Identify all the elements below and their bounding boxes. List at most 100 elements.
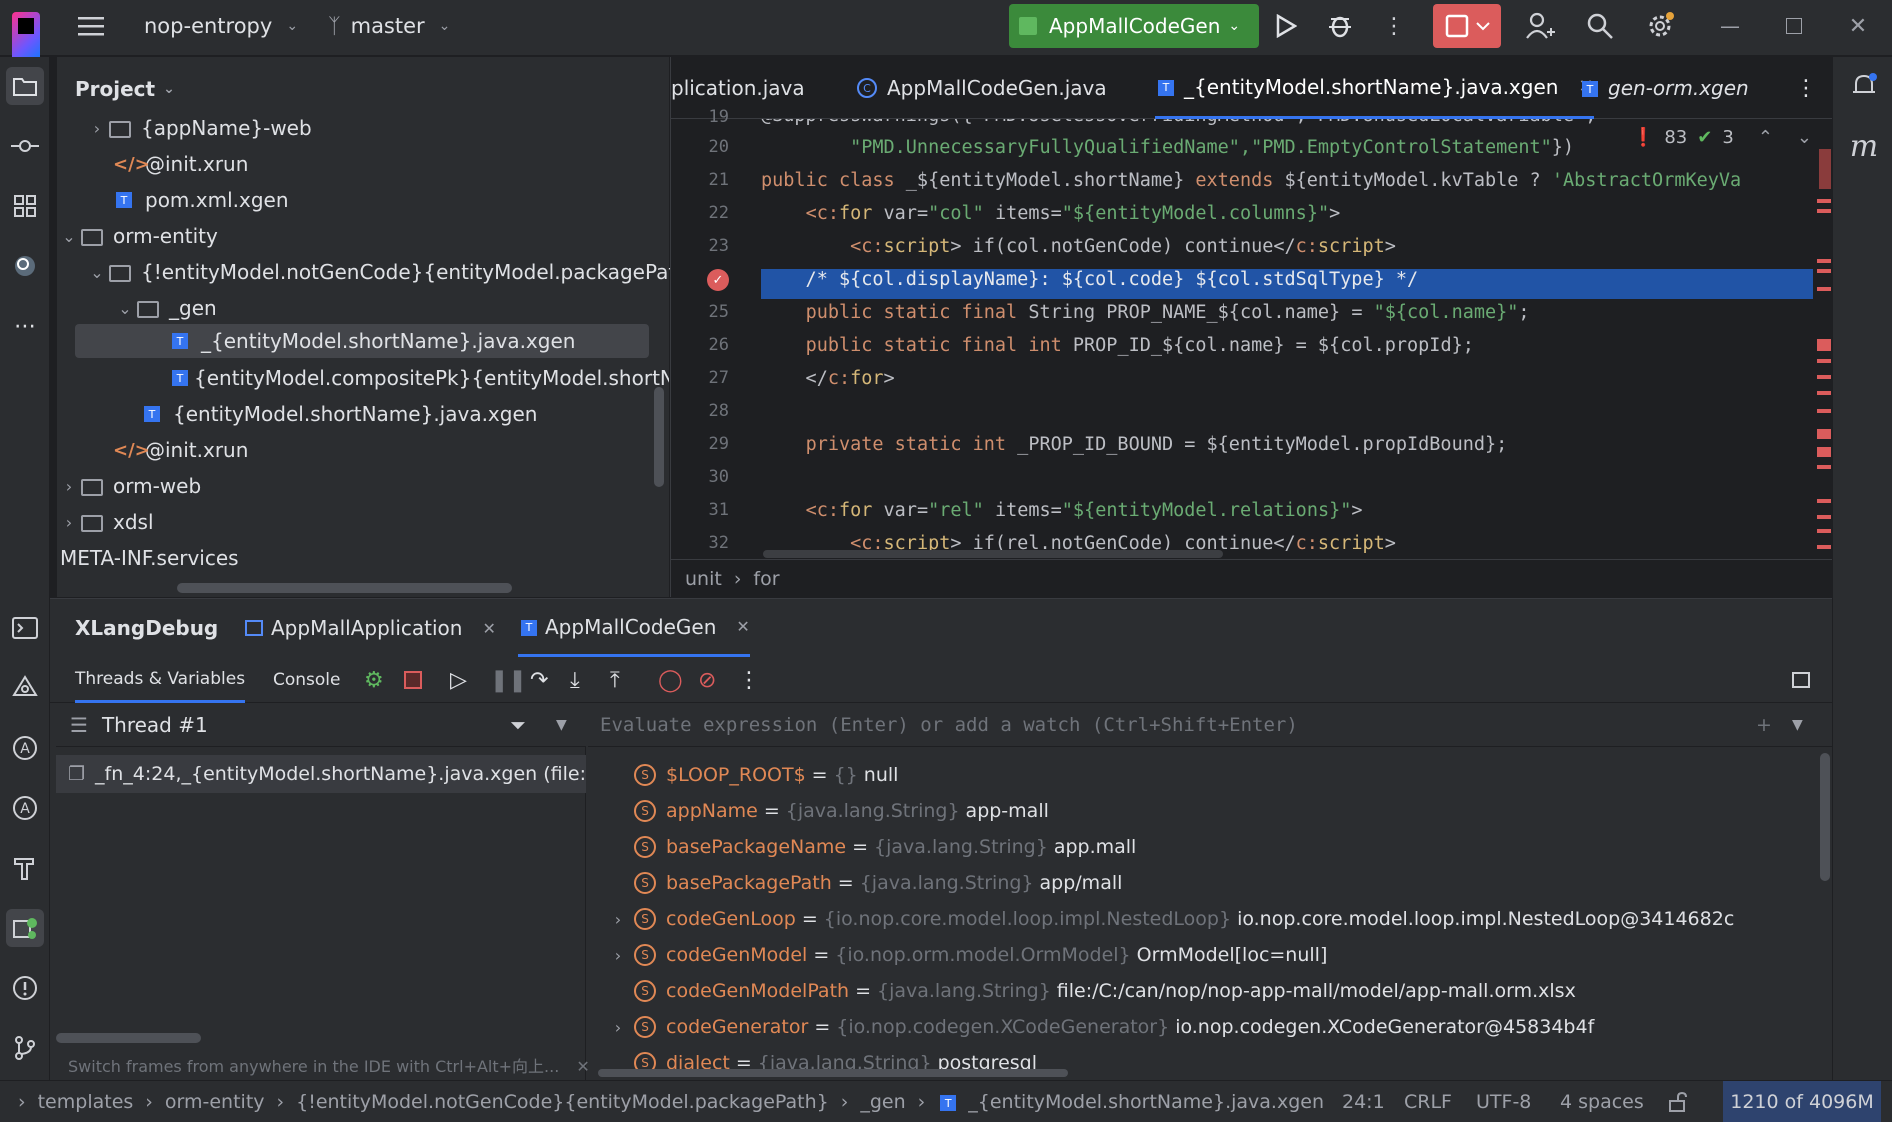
horizontal-scrollbar[interactable] <box>177 583 512 593</box>
problems-tool-button[interactable] <box>6 969 44 1007</box>
variable-row[interactable]: › ScodeGenLoop = {io.nop.core.model.loop.im… <box>602 901 1734 937</box>
tree-item[interactable]: </> @init.xrun <box>113 433 248 467</box>
tree-item[interactable]: </> @init.xrun <box>113 147 248 181</box>
stop-debug-button[interactable] <box>404 657 422 703</box>
code-area[interactable]: @SuppressWarnings({"PMD.UselessOverridin… <box>671 119 1813 559</box>
error-stripe[interactable] <box>1813 119 1833 559</box>
services-tool-button[interactable] <box>6 669 44 707</box>
add-user-button[interactable] <box>1522 8 1558 44</box>
structure-tool-button[interactable] <box>6 187 44 225</box>
editor-horizontal-scrollbar[interactable] <box>763 550 1223 558</box>
debug-session-tab[interactable]: AppMallApplication ✕ <box>245 599 496 657</box>
thread-selector[interactable]: ☰ Thread #1 ⏷ ▼ <box>56 703 586 747</box>
view-breakpoints-button[interactable]: ◯ <box>658 657 683 703</box>
maven-tool-button[interactable]: m <box>1845 127 1883 165</box>
tree-item[interactable]: T {entityModel.shortName}.java.xgen <box>141 397 537 431</box>
project-tool-button[interactable] <box>6 67 44 105</box>
chevron-down-icon[interactable]: ⌄ <box>57 227 81 246</box>
more-tools-button[interactable]: ⋯ <box>6 307 44 345</box>
ai-assistant-tool-button[interactable]: A <box>6 729 44 767</box>
terminal-tool-button[interactable] <box>6 609 44 647</box>
variable-row[interactable]: › ScodeGenerator = {io.nop.codegen.XCodeGen… <box>602 1009 1594 1045</box>
chevron-down-icon[interactable]: ▼ <box>1792 717 1803 733</box>
chevron-right-icon[interactable]: › <box>57 477 81 496</box>
tree-item[interactable]: › orm-web <box>57 469 201 503</box>
more-actions-button[interactable]: ⋮ <box>1376 8 1412 44</box>
status-path-item[interactable]: _gen <box>860 1091 905 1113</box>
database-tool-button[interactable] <box>6 247 44 285</box>
maximize-window-button[interactable] <box>1776 8 1812 44</box>
project-panel-header[interactable]: Project ⌄ <box>75 77 175 101</box>
status-path-item[interactable]: templates <box>38 1091 134 1113</box>
chevron-right-icon[interactable]: › <box>85 119 109 138</box>
vertical-scrollbar[interactable] <box>654 387 664 487</box>
editor-tab[interactable]: plication.java <box>671 57 821 119</box>
chevron-right-icon[interactable]: › <box>602 946 634 965</box>
stack-frame-row[interactable]: ❐ _fn_4:24,_{entityModel.shortName}.java… <box>56 755 586 793</box>
chevron-down-icon[interactable]: ⌄ <box>113 299 137 318</box>
indent-setting[interactable]: 4 spaces <box>1560 1081 1644 1122</box>
status-path-item[interactable]: {!entityModel.notGenCode}{entityModel.pa… <box>296 1091 829 1113</box>
memory-indicator[interactable]: 1210 of 4096M <box>1723 1081 1881 1122</box>
editor-tab[interactable]: T gen-orm.xgen <box>1579 57 1749 119</box>
settings-button[interactable] <box>1642 8 1678 44</box>
close-window-button[interactable]: ✕ <box>1840 8 1876 44</box>
add-watch-icon[interactable]: + <box>1756 714 1772 736</box>
notifications-button[interactable] <box>1845 67 1883 105</box>
horizontal-scrollbar[interactable] <box>56 1033 201 1043</box>
run-button[interactable] <box>1268 8 1304 44</box>
filter-icon[interactable]: ⏷ <box>510 713 526 737</box>
chevron-down-icon[interactable]: ⌄ <box>85 263 109 282</box>
pause-button[interactable]: ❚❚ <box>490 657 527 703</box>
debug-panel-title[interactable]: XLangDebug <box>75 599 218 657</box>
evaluate-expression-input[interactable]: Evaluate expression (Enter) or add a wat… <box>588 703 1832 747</box>
variable-row[interactable]: S $LOOP_ROOT$ ={} null <box>602 757 898 793</box>
tree-item[interactable]: ⌄ {!entityModel.notGenCode}{entityModel.… <box>85 255 701 289</box>
line-separator[interactable]: CRLF <box>1404 1081 1452 1122</box>
step-over-button[interactable]: ↷ <box>530 657 548 703</box>
vertical-scrollbar[interactable] <box>1820 753 1830 881</box>
step-into-button[interactable]: ⤓ <box>570 657 580 703</box>
mute-breakpoints-button[interactable]: ⊘ <box>698 657 716 703</box>
tree-item[interactable]: META-INF.services <box>60 541 239 575</box>
tab-console[interactable]: Console <box>273 657 341 703</box>
build-tool-button[interactable] <box>6 849 44 887</box>
tree-item[interactable]: T pom.xml.xgen <box>113 183 289 217</box>
project-switcher[interactable]: nop-entropy ⌄ <box>144 0 298 52</box>
variable-row[interactable]: SappName = {java.lang.String} app-mall <box>602 793 1049 829</box>
debug-session-tab-active[interactable]: T AppMallCodeGen ✕ <box>518 599 750 657</box>
editor-tab[interactable]: C AppMallCodeGen.java <box>857 57 1107 119</box>
status-path-item[interactable]: _{entityModel.shortName}.java.xgen <box>968 1091 1324 1113</box>
caret-position[interactable]: 24:1 <box>1342 1081 1385 1122</box>
rerun-debug-button[interactable]: ⚙ <box>364 657 384 703</box>
more-debug-actions-button[interactable]: ⋮ <box>738 657 760 703</box>
tab-threads-variables[interactable]: Threads & Variables <box>75 657 246 703</box>
close-icon[interactable]: ✕ <box>482 619 495 638</box>
tree-item[interactable]: T {entityModel.compositePk}{entityModel.… <box>169 361 669 395</box>
editor-tab-active[interactable]: T _{entityModel.shortName}.java.xgen ✕ <box>1155 57 1594 119</box>
variable-row[interactable]: › ScodeGenModel = {io.nop.orm.model.OrmMode… <box>602 937 1327 973</box>
tree-item[interactable]: › {appName}-web <box>85 111 312 145</box>
chevron-right-icon[interactable]: › <box>602 910 634 929</box>
breadcrumb-item[interactable]: unit <box>685 568 722 590</box>
ai-alt-tool-button[interactable]: A <box>6 789 44 827</box>
chevron-right-icon[interactable]: › <box>602 1018 634 1037</box>
tree-item[interactable]: ⌄ orm-entity <box>57 219 218 253</box>
tree-item[interactable]: › xdsl <box>57 505 154 539</box>
variable-row[interactable]: ScodeGenModelPath = {java.lang.String} file… <box>602 973 1576 1009</box>
stop-button[interactable] <box>1433 4 1501 48</box>
tree-item[interactable]: ⌄ _gen <box>113 291 216 325</box>
chevron-right-icon[interactable]: › <box>57 513 81 532</box>
step-out-button[interactable]: ⤒ <box>610 657 620 703</box>
git-tool-button[interactable] <box>6 1029 44 1067</box>
run-config-selector[interactable]: AppMallCodeGen ⌄ <box>1019 12 1251 40</box>
tab-overflow-button[interactable]: ⋮ <box>1795 57 1817 119</box>
search-button[interactable] <box>1582 8 1618 44</box>
commit-tool-button[interactable] <box>6 127 44 165</box>
variable-row[interactable]: SbasePackagePath = {java.lang.String} app/m… <box>602 865 1122 901</box>
branch-switcher[interactable]: ᛉ master ⌄ <box>328 0 450 52</box>
debug-button[interactable] <box>1322 8 1358 44</box>
main-menu-button[interactable] <box>78 0 104 52</box>
tree-item-selected[interactable]: T _{entityModel.shortName}.java.xgen <box>169 324 575 358</box>
read-only-toggle[interactable] <box>1668 1081 1688 1122</box>
